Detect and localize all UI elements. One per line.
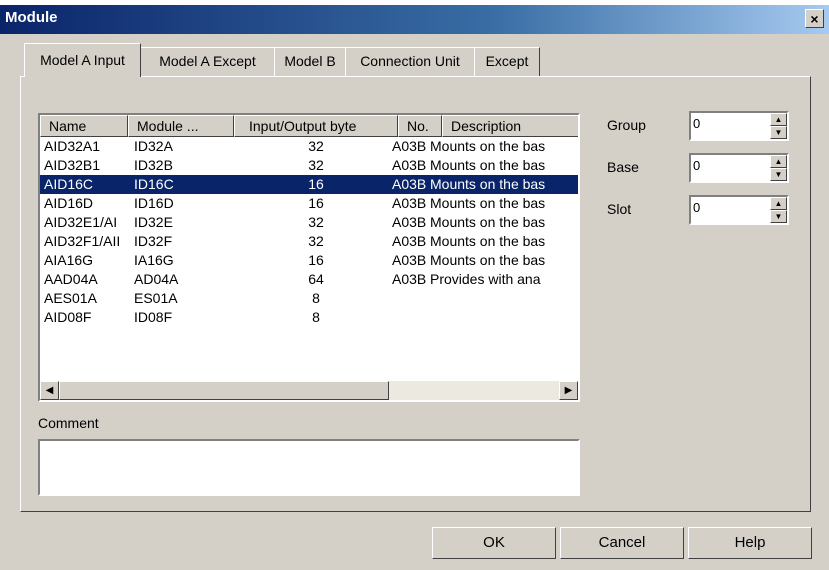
- row-description: Mounts on the bas: [430, 252, 546, 268]
- table-row[interactable]: AID32F1/AII ID32F 32 A03B Mounts on the bas: [40, 232, 578, 251]
- slot-input[interactable]: [693, 200, 753, 215]
- row-description: Mounts on the bas: [430, 176, 546, 192]
- row-module: ID32A: [134, 138, 173, 154]
- tab-except[interactable]: Except: [474, 47, 540, 77]
- slot-up-icon[interactable]: ▲: [770, 197, 787, 210]
- row-io-byte: 64: [308, 271, 324, 287]
- table-row[interactable]: AID32B1 ID32B 32 A03B Mounts on the bas: [40, 156, 578, 175]
- row-name: AID16D: [44, 195, 94, 211]
- row-io-byte: 8: [312, 309, 320, 325]
- tab-connection-unit[interactable]: Connection Unit: [345, 47, 475, 77]
- slot-spinner[interactable]: ▲ ▼: [689, 195, 789, 225]
- row-module: AD04A: [134, 271, 179, 287]
- column-header-name[interactable]: Name: [40, 115, 128, 137]
- row-module: ID16D: [134, 195, 174, 211]
- row-io-byte: 8: [312, 290, 320, 306]
- row-io-byte: 32: [308, 233, 324, 249]
- row-io-byte: 32: [308, 157, 324, 173]
- row-no: A03B: [392, 138, 427, 154]
- title-bar[interactable]: Module ×: [0, 5, 829, 34]
- row-description: Mounts on the bas: [430, 138, 546, 154]
- comment-input[interactable]: [38, 439, 580, 496]
- row-io-byte: 32: [308, 138, 324, 154]
- slot-down-icon[interactable]: ▼: [770, 210, 787, 223]
- row-module: ID16C: [134, 176, 174, 192]
- row-name: AID32F1/AII: [44, 233, 121, 249]
- scroll-thumb[interactable]: [59, 381, 389, 400]
- row-name: AID16C: [44, 176, 94, 192]
- group-input[interactable]: [693, 116, 753, 131]
- base-input[interactable]: [693, 158, 753, 173]
- row-no: A03B: [392, 233, 427, 249]
- row-description: Mounts on the bas: [430, 214, 546, 230]
- row-no: A03B: [392, 271, 427, 287]
- row-module: ID32F: [134, 233, 173, 249]
- horizontal-scrollbar[interactable]: ◀ ▶: [40, 381, 578, 400]
- row-module: ID32E: [134, 214, 173, 230]
- group-down-icon[interactable]: ▼: [770, 126, 787, 139]
- table-row[interactable]: AID16D ID16D 16 A03B Mounts on the bas: [40, 194, 578, 213]
- row-name: AIA16G: [44, 252, 94, 268]
- column-header-io-byte[interactable]: Input/Output byte: [234, 115, 398, 137]
- base-up-icon[interactable]: ▲: [770, 155, 787, 168]
- row-description: Provides with ana: [430, 271, 541, 287]
- base-down-icon[interactable]: ▼: [770, 168, 787, 181]
- tab-model-a-except[interactable]: Model A Except: [140, 47, 275, 77]
- group-label: Group: [607, 117, 646, 133]
- column-header-module[interactable]: Module ...: [128, 115, 234, 137]
- column-header-description[interactable]: Description: [442, 115, 578, 137]
- row-name: AID32E1/AI: [44, 214, 118, 230]
- row-no: A03B: [392, 195, 427, 211]
- tab-model-a-input[interactable]: Model A Input: [24, 43, 141, 77]
- table-row[interactable]: AES01A ES01A 8: [40, 289, 578, 308]
- group-up-icon[interactable]: ▲: [770, 113, 787, 126]
- tab-model-b[interactable]: Model B: [274, 47, 346, 77]
- comment-label: Comment: [38, 415, 99, 431]
- close-button[interactable]: ×: [805, 9, 824, 28]
- row-description: Mounts on the bas: [430, 233, 546, 249]
- row-no: A03B: [392, 176, 427, 192]
- slot-label: Slot: [607, 201, 632, 217]
- table-row[interactable]: AID32A1 ID32A 32 A03B Mounts on the bas: [40, 137, 578, 156]
- row-description: Mounts on the bas: [430, 195, 546, 211]
- row-name: AID32A1: [44, 138, 101, 154]
- row-name: AID08F: [44, 309, 92, 325]
- row-module: ES01A: [134, 290, 178, 306]
- row-no: A03B: [392, 157, 427, 173]
- table-row[interactable]: AIA16G IA16G 16 A03B Mounts on the bas: [40, 251, 578, 270]
- table-row[interactable]: AID08F ID08F 8: [40, 308, 578, 327]
- row-module: ID08F: [134, 309, 173, 325]
- row-no: A03B: [392, 252, 427, 268]
- row-name: AAD04A: [44, 271, 98, 287]
- base-spinner[interactable]: ▲ ▼: [689, 153, 789, 183]
- row-no: A03B: [392, 214, 427, 230]
- scroll-left-icon[interactable]: ◀: [40, 381, 59, 400]
- row-name: AES01A: [44, 290, 97, 306]
- row-io-byte: 16: [308, 176, 324, 192]
- row-name: AID32B1: [44, 157, 101, 173]
- table-row[interactable]: AAD04A AD04A 64 A03B Provides with ana: [40, 270, 578, 289]
- table-row[interactable]: AID32E1/AI ID32E 32 A03B Mounts on the bas: [40, 213, 578, 232]
- cancel-button[interactable]: Cancel: [560, 527, 684, 559]
- row-module: ID32B: [134, 157, 173, 173]
- window-title: Module: [5, 9, 58, 26]
- scroll-right-icon[interactable]: ▶: [559, 381, 578, 400]
- module-list[interactable]: Name Module ... Input/Output byte No. De…: [38, 113, 580, 402]
- group-spinner[interactable]: ▲ ▼: [689, 111, 789, 141]
- row-description: Mounts on the bas: [430, 157, 546, 173]
- column-header-no[interactable]: No.: [398, 115, 442, 137]
- table-row[interactable]: AID16C ID16C 16 A03B Mounts on the bas: [40, 175, 578, 194]
- base-label: Base: [607, 159, 639, 175]
- ok-button[interactable]: OK: [432, 527, 556, 559]
- row-module: IA16G: [134, 252, 174, 268]
- help-button[interactable]: Help: [688, 527, 812, 559]
- row-io-byte: 16: [308, 252, 324, 268]
- row-io-byte: 32: [308, 214, 324, 230]
- row-io-byte: 16: [308, 195, 324, 211]
